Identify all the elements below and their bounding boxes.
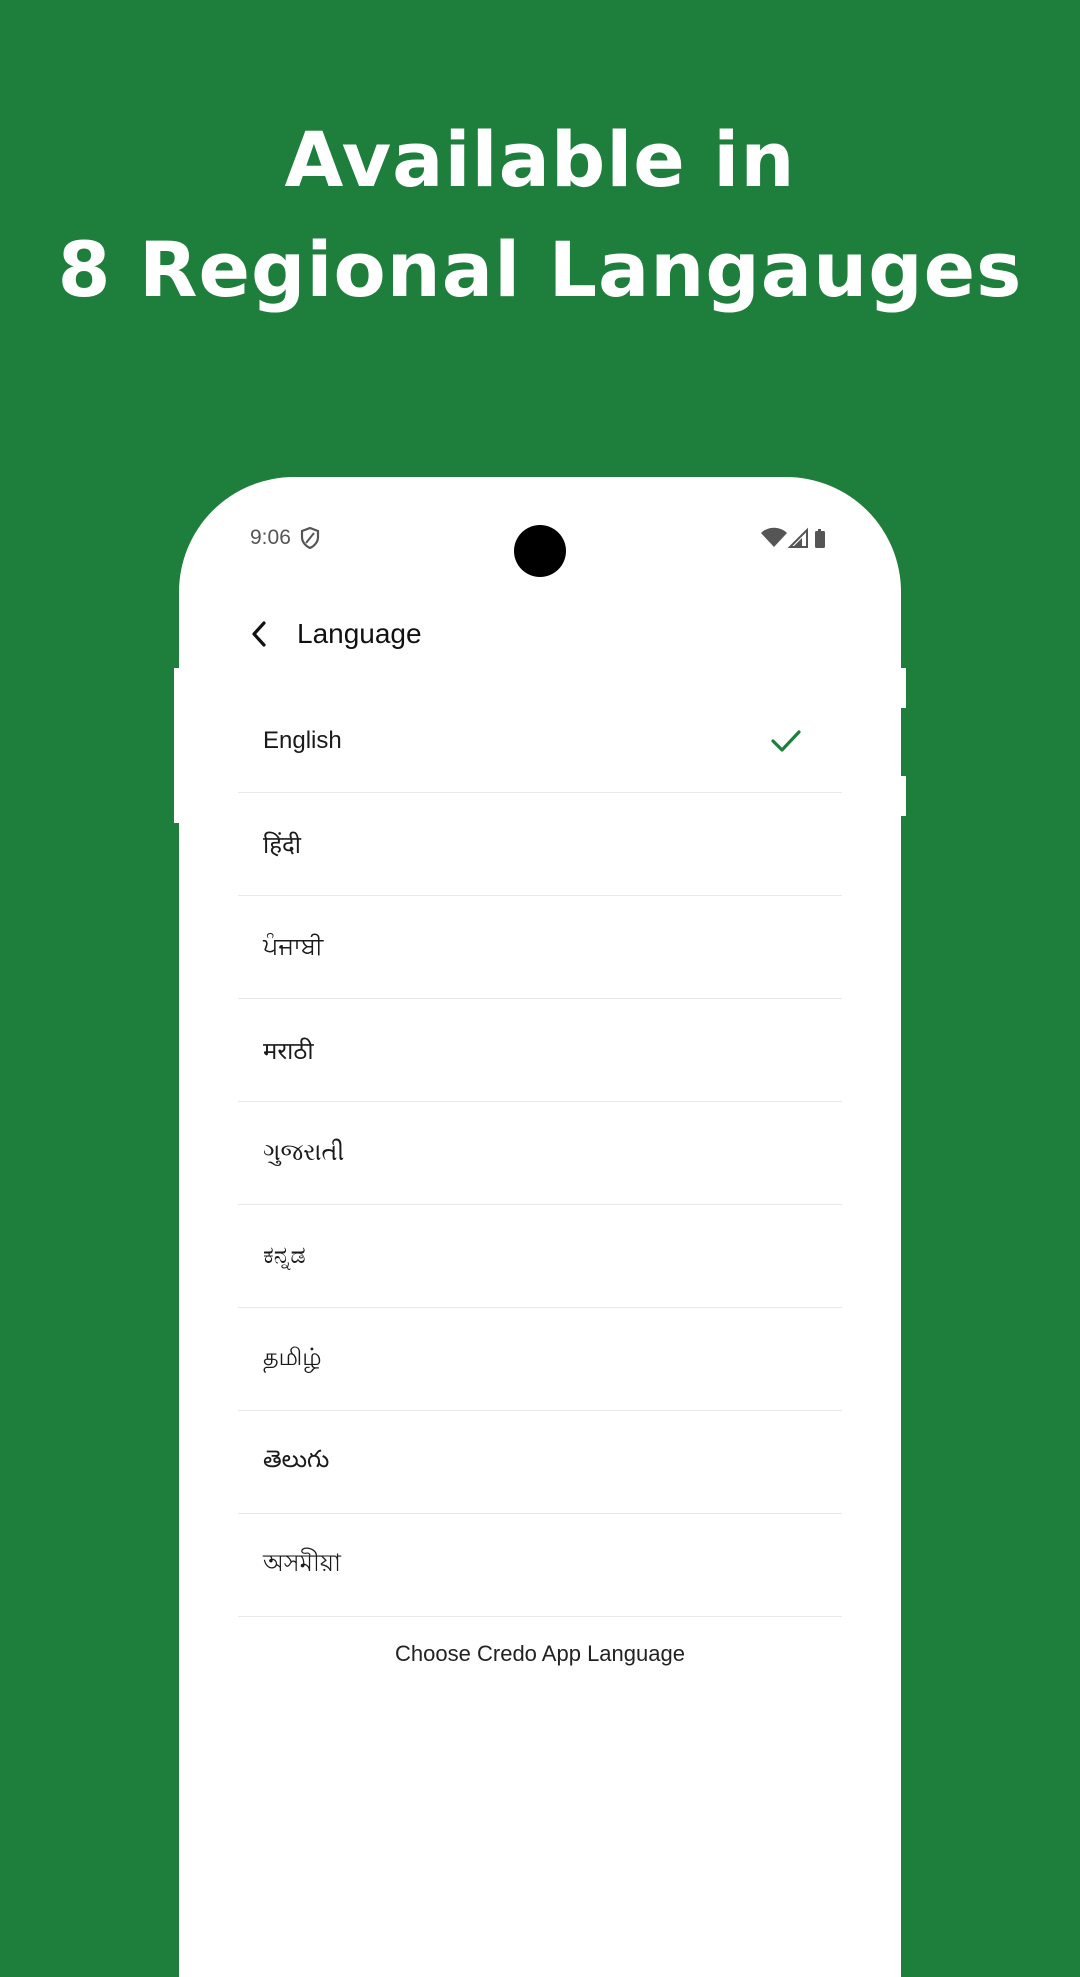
battery-icon (815, 529, 825, 548)
language-option-gujarati[interactable]: ગુજરાતી (238, 1102, 842, 1205)
status-time: 9:06 (250, 526, 291, 549)
phone-bottom-edge (209, 1895, 871, 1920)
phone-side-button-left (174, 668, 182, 823)
language-label: ਪੰਜਾਬੀ (263, 933, 324, 960)
language-label: मराठी (263, 1037, 314, 1065)
language-label: English (263, 726, 342, 754)
phone-side-button-right-1 (898, 668, 906, 708)
language-option-kannada[interactable]: ಕನ್ನಡ (238, 1205, 842, 1308)
headline-line-1: Available in (284, 115, 796, 204)
language-label: ಕನ್ನಡ (263, 1242, 306, 1269)
language-option-english[interactable]: English (238, 689, 842, 793)
app-bar: Language (179, 600, 901, 666)
back-button[interactable] (239, 614, 279, 654)
camera-cutout (514, 525, 566, 577)
status-icons (761, 527, 825, 548)
checkmark-icon (771, 729, 801, 752)
language-option-marathi[interactable]: मराठी (238, 999, 842, 1102)
headline-line-2: 8 Regional Langauges (57, 225, 1023, 314)
signal-icon (787, 527, 808, 548)
language-list: English हिंदी ਪੰਜਾਬੀ मराठी ગુજરાતી ಕನ್ನಡ… (238, 689, 842, 1617)
shield-icon (300, 527, 320, 549)
language-label: తెలుగు (263, 1445, 330, 1473)
wifi-icon (761, 527, 787, 547)
language-label: हिंदी (263, 831, 301, 859)
language-option-telugu[interactable]: తెలుగు (238, 1411, 842, 1514)
language-label: தமிழ் (263, 1344, 322, 1371)
phone-side-button-right-2 (898, 776, 906, 816)
language-label: অসমীয়া (263, 1550, 341, 1577)
language-option-tamil[interactable]: தமிழ் (238, 1308, 842, 1411)
language-option-hindi[interactable]: हिंदी (238, 793, 842, 896)
language-option-assamese[interactable]: অসমীয়া (238, 1514, 842, 1617)
language-option-punjabi[interactable]: ਪੰਜਾਬੀ (238, 896, 842, 999)
promo-headline: Available in 8 Regional Langauges (0, 105, 1080, 325)
page-title: Language (297, 618, 422, 649)
chevron-left-icon (252, 621, 266, 647)
footer-caption: Choose Credo App Language (395, 1641, 685, 1666)
language-label: ગુજરાતી (263, 1139, 345, 1166)
